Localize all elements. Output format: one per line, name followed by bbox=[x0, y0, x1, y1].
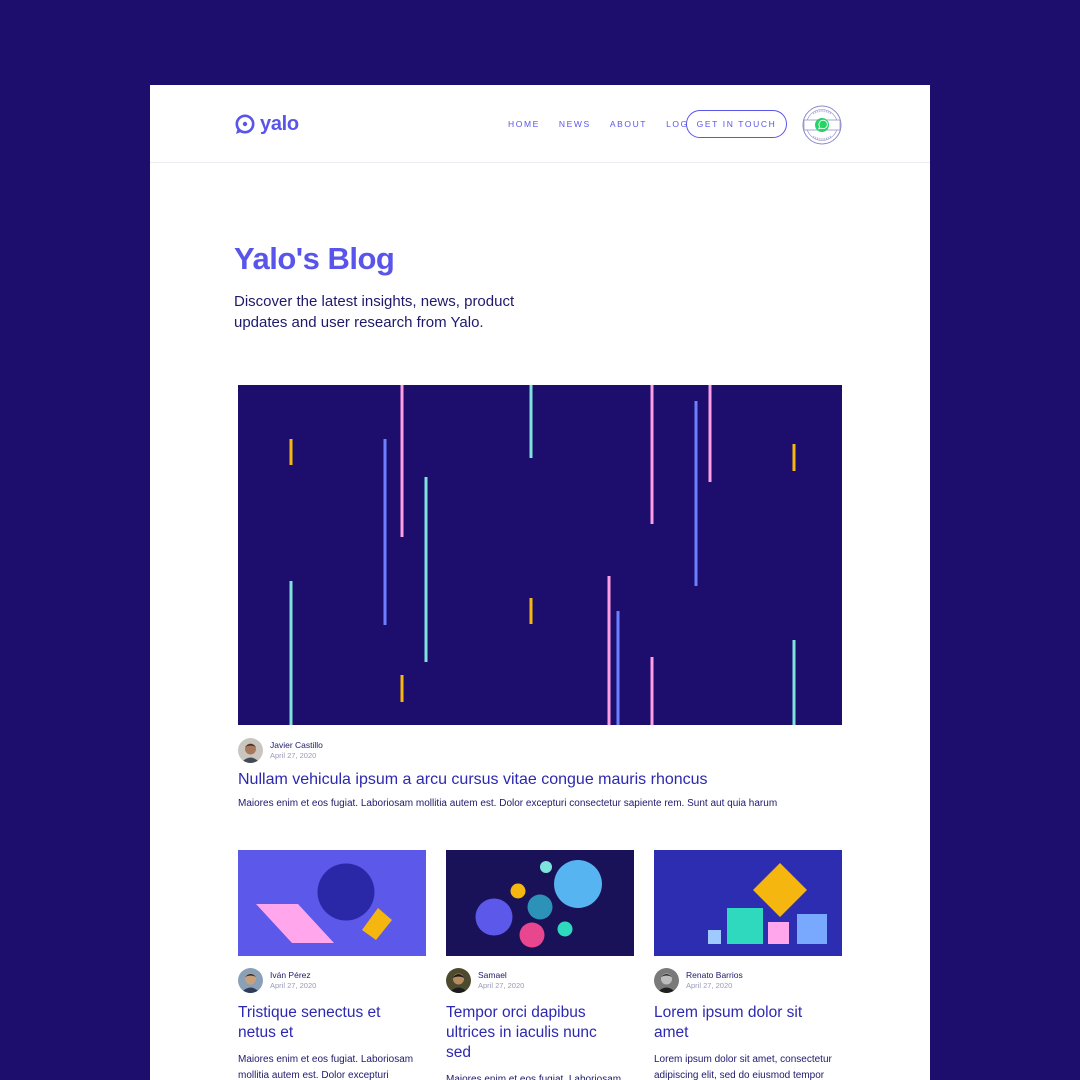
page-title: Yalo's Blog bbox=[234, 241, 395, 276]
post-card[interactable]: Iván Pérez April 27, 2020 Tristique sene… bbox=[238, 850, 426, 1080]
whatsapp-solutions-badge-icon[interactable] bbox=[801, 104, 843, 146]
nav-home[interactable]: HOME bbox=[508, 119, 540, 129]
featured-post-image[interactable] bbox=[238, 385, 842, 725]
featured-post-excerpt: Maiores enim et eos fugiat. Laboriosam m… bbox=[238, 798, 778, 809]
site-header: yalo HOME NEWS ABOUT LOGIN GET IN TOUCH bbox=[150, 85, 930, 163]
yalo-logo[interactable]: yalo bbox=[234, 111, 299, 137]
avatar bbox=[238, 738, 263, 763]
post-author: Samael April 27, 2020 bbox=[446, 968, 634, 993]
post-author: Iván Pérez April 27, 2020 bbox=[238, 968, 426, 993]
post-title[interactable]: Lorem ipsum dolor sit amet bbox=[654, 1003, 834, 1043]
get-in-touch-button[interactable]: GET IN TOUCH bbox=[686, 110, 787, 138]
featured-author: Javier Castillo April 27, 2020 bbox=[238, 738, 323, 763]
featured-post-title[interactable]: Nullam vehicula ipsum a arcu cursus vita… bbox=[238, 771, 842, 789]
nav-about[interactable]: ABOUT bbox=[610, 119, 647, 129]
avatar bbox=[238, 968, 263, 993]
post-image[interactable] bbox=[446, 850, 634, 956]
post-date: April 27, 2020 bbox=[686, 981, 733, 990]
post-excerpt: Lorem ipsum dolor sit amet, consectetur … bbox=[654, 1054, 832, 1080]
author-name: Iván Pérez bbox=[270, 970, 311, 980]
post-image[interactable] bbox=[238, 850, 426, 956]
post-title[interactable]: Tristique senectus et netus et bbox=[238, 1003, 418, 1043]
post-title[interactable]: Tempor orci dapibus ultrices in iaculis … bbox=[446, 1003, 626, 1063]
post-card[interactable]: Renato Barrios April 27, 2020 Lorem ipsu… bbox=[654, 850, 842, 1080]
post-date: April 27, 2020 bbox=[478, 981, 525, 990]
logo-text: yalo bbox=[260, 112, 299, 135]
yalo-logo-icon bbox=[235, 114, 255, 134]
author-name: Renato Barrios bbox=[686, 970, 743, 980]
post-author: Renato Barrios April 27, 2020 bbox=[654, 968, 842, 993]
post-date: April 27, 2020 bbox=[270, 981, 317, 990]
page-subtitle: Discover the latest insights, news, prod… bbox=[234, 293, 515, 331]
post-excerpt: Maiores enim et eos fugiat. Laboriosam m… bbox=[446, 1074, 622, 1080]
author-name: Javier Castillo bbox=[270, 740, 323, 750]
blog-page: yalo HOME NEWS ABOUT LOGIN GET IN TOUCH … bbox=[150, 85, 930, 1080]
nav-news[interactable]: NEWS bbox=[559, 119, 591, 129]
post-date: April 27, 2020 bbox=[270, 751, 317, 760]
author-name: Samael bbox=[478, 970, 507, 980]
avatar bbox=[654, 968, 679, 993]
avatar bbox=[446, 968, 471, 993]
post-image[interactable] bbox=[654, 850, 842, 956]
post-card[interactable]: Samael April 27, 2020 Tempor orci dapibu… bbox=[446, 850, 634, 1080]
post-excerpt: Maiores enim et eos fugiat. Laboriosam m… bbox=[238, 1054, 414, 1080]
